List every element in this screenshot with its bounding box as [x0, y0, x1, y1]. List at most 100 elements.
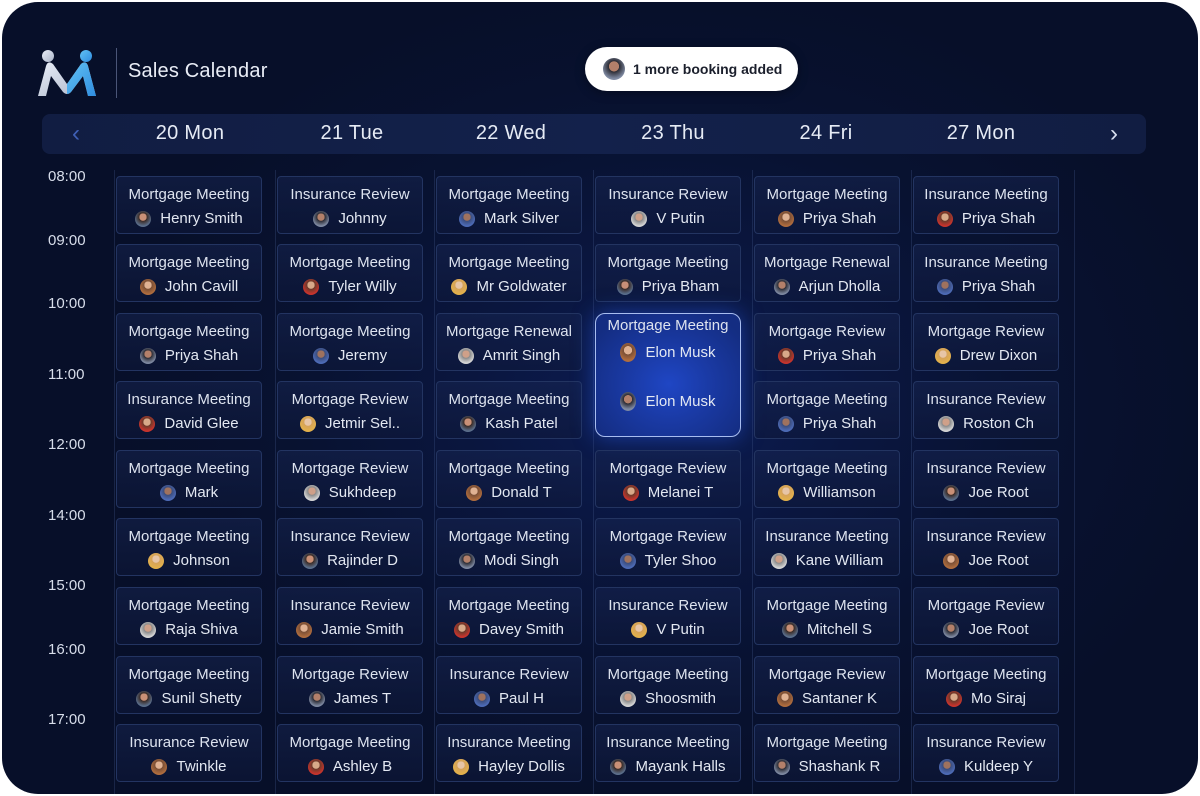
booking-card[interactable]: Mortgage Meeting Donald T — [436, 450, 582, 508]
person-name: Melanei T — [647, 484, 714, 501]
booking-card[interactable]: Mortgage Review James T — [277, 656, 423, 714]
booking-card[interactable]: Mortgage Meeting Johnson — [116, 518, 262, 576]
person-avatar-icon — [466, 484, 483, 501]
booking-person: Shoosmith — [596, 690, 740, 707]
person-name: Tyler Shoo — [644, 552, 717, 569]
person-name: Sunil Shetty — [161, 690, 242, 707]
booking-card[interactable]: Mortgage Meeting Tyler Willy — [277, 244, 423, 302]
booking-person: Roston Ch — [914, 415, 1058, 432]
booking-person: Sukhdeep — [278, 484, 422, 501]
booking-card[interactable]: Insurance Review Roston Ch — [913, 381, 1059, 439]
booking-card[interactable]: Insurance Meeting Kane William — [754, 518, 900, 576]
booking-card[interactable]: Mortgage Review Joe Root — [913, 587, 1059, 645]
time-slot-label: 09:00 — [48, 232, 86, 249]
booking-card[interactable]: Mortgage Review Priya Shah — [754, 313, 900, 371]
person-avatar-icon — [151, 758, 168, 775]
person-name: Priya Shah — [961, 210, 1036, 227]
chevron-left-icon[interactable]: ‹ — [60, 114, 92, 154]
person-avatar-icon — [773, 278, 790, 295]
column-divider — [434, 170, 435, 794]
booking-notification-toast[interactable]: 1 more booking added — [585, 47, 798, 91]
booking-card[interactable]: Insurance Review V Putin — [595, 176, 741, 234]
booking-card[interactable]: Mortgage Meeting Henry Smith — [116, 176, 262, 234]
booking-card[interactable]: Mortgage Meeting Shashank R — [754, 724, 900, 782]
booking-card[interactable]: Mortgage Review Tyler Shoo — [595, 518, 741, 576]
booking-card[interactable]: Insurance Review Jamie Smith — [277, 587, 423, 645]
booking-card[interactable]: Mortgage Meeting Ashley B — [277, 724, 423, 782]
booking-card[interactable]: Mortgage Meeting Sunil Shetty — [116, 656, 262, 714]
booking-card[interactable]: Mortgage Meeting Priya Bham — [595, 244, 741, 302]
person-avatar-icon — [620, 392, 637, 411]
booking-card[interactable]: Mortgage Meeting Mark — [116, 450, 262, 508]
booking-title: Mortgage Meeting — [925, 666, 1047, 683]
booking-title: Mortgage Review — [927, 323, 1045, 340]
person-name: Mark — [184, 484, 219, 501]
person-name: V Putin — [656, 621, 705, 638]
person-avatar-icon — [620, 343, 637, 362]
booking-title: Insurance Review — [608, 597, 728, 614]
booking-card[interactable]: Insurance Review V Putin — [595, 587, 741, 645]
booking-card[interactable]: Mortgage Review Melanei T — [595, 450, 741, 508]
booking-card[interactable]: Insurance Meeting David Glee — [116, 381, 262, 439]
booking-card[interactable]: Mortgage Meeting Priya Shah — [754, 381, 900, 439]
booking-person: Twinkle — [117, 758, 261, 775]
chevron-right-icon[interactable]: › — [1098, 114, 1130, 154]
booking-card[interactable]: Mortgage Meeting Modi Singh — [436, 518, 582, 576]
booking-title: Insurance Review — [926, 528, 1046, 545]
person-name: Mayank Halls — [635, 758, 726, 775]
person-name: Rajinder D — [327, 552, 398, 569]
person-name: Davey Smith — [478, 621, 565, 638]
booking-card[interactable]: Mortgage Meeting Raja Shiva — [116, 587, 262, 645]
time-slot-label: 16:00 — [48, 641, 86, 658]
booking-card[interactable]: Insurance Meeting Priya Shah — [913, 176, 1059, 234]
booking-card[interactable]: Mortgage Meeting Williamson — [754, 450, 900, 508]
person-avatar-icon — [945, 690, 962, 707]
booking-card[interactable]: Insurance Review Johnny — [277, 176, 423, 234]
selected-booking-card[interactable]: Mortgage Meeting Elon Musk Elon Musk — [595, 313, 741, 437]
booking-card[interactable]: Insurance Review Twinkle — [116, 724, 262, 782]
booking-person: Priya Shah — [755, 415, 899, 432]
person-name: Elon Musk — [645, 393, 716, 410]
person-name: Paul H — [498, 690, 545, 707]
booking-card[interactable]: Mortgage Meeting Priya Shah — [116, 313, 262, 371]
booking-card[interactable]: Mortgage Meeting Mark Silver — [436, 176, 582, 234]
person-name: Mark Silver — [483, 210, 559, 227]
booking-title: Mortgage Meeting — [607, 666, 729, 683]
booking-title: Insurance Review — [290, 528, 410, 545]
booking-card[interactable]: Insurance Review Rajinder D — [277, 518, 423, 576]
person-avatar-icon — [308, 690, 325, 707]
person-name: John Cavill — [164, 278, 239, 295]
person-avatar-icon — [936, 278, 953, 295]
booking-card[interactable]: Mortgage Meeting Mr Goldwater — [436, 244, 582, 302]
person-name: Arjun Dholla — [798, 278, 881, 295]
booking-title: Insurance Review — [926, 391, 1046, 408]
booking-card[interactable]: Mortgage Review Jetmir Sel.. — [277, 381, 423, 439]
booking-card[interactable]: Mortgage Meeting John Cavill — [116, 244, 262, 302]
booking-card[interactable]: Mortgage Meeting Mitchell S — [754, 587, 900, 645]
booking-person: Arjun Dholla — [755, 278, 899, 295]
booking-card[interactable]: Mortgage Review Drew Dixon — [913, 313, 1059, 371]
booking-card[interactable]: Mortgage Renewal Amrit Singh — [436, 313, 582, 371]
booking-card[interactable]: Mortgage Meeting Jeremy — [277, 313, 423, 371]
booking-card[interactable]: Insurance Meeting Hayley Dollis — [436, 724, 582, 782]
booking-card[interactable]: Mortgage Review Santaner K — [754, 656, 900, 714]
booking-card[interactable]: Mortgage Meeting Kash Patel — [436, 381, 582, 439]
booking-card[interactable]: Mortgage Meeting Mo Siraj — [913, 656, 1059, 714]
booking-card[interactable]: Mortgage Review Sukhdeep — [277, 450, 423, 508]
booking-card[interactable]: Mortgage Meeting Shoosmith — [595, 656, 741, 714]
booking-card[interactable]: Insurance Review Paul H — [436, 656, 582, 714]
person-name: Mr Goldwater — [476, 278, 567, 295]
booking-card[interactable]: Insurance Review Joe Root — [913, 450, 1059, 508]
booking-card[interactable]: Mortgage Meeting Priya Shah — [754, 176, 900, 234]
booking-card[interactable]: Insurance Meeting Priya Shah — [913, 244, 1059, 302]
person-avatar-icon — [451, 278, 468, 295]
booking-title: Mortgage Meeting — [289, 254, 411, 271]
booking-card[interactable]: Mortgage Renewal Arjun Dholla — [754, 244, 900, 302]
booking-card[interactable]: Insurance Review Joe Root — [913, 518, 1059, 576]
booking-card[interactable]: Mortgage Meeting Davey Smith — [436, 587, 582, 645]
notification-text: 1 more booking added — [633, 61, 783, 77]
booking-card[interactable]: Insurance Meeting Mayank Halls — [595, 724, 741, 782]
booking-person: Joe Root — [914, 484, 1058, 501]
person-name: Jetmir Sel.. — [324, 415, 400, 432]
booking-card[interactable]: Insurance Review Kuldeep Y — [913, 724, 1059, 782]
